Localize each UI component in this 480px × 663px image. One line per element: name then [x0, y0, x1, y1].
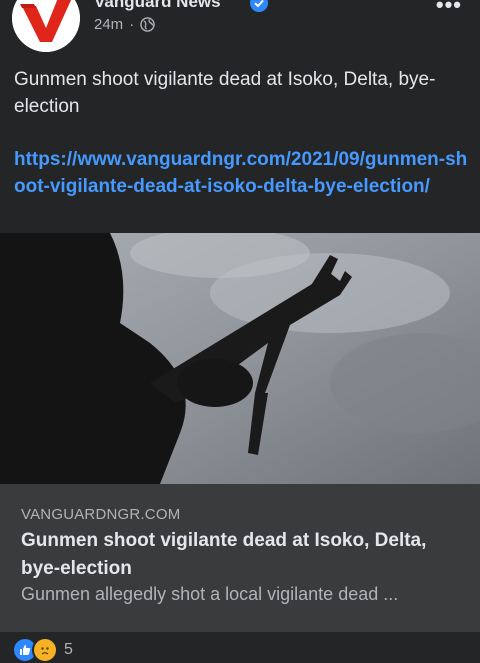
reaction-count: 5 [64, 641, 73, 658]
sad-icon [32, 637, 58, 663]
meta-separator: · [129, 16, 135, 33]
post-time[interactable]: 24m [94, 16, 123, 33]
verified-badge-icon [250, 0, 268, 12]
page-avatar[interactable] [12, 0, 80, 52]
gunman-silhouette-image [0, 233, 480, 484]
reaction-summary[interactable]: 5 [12, 637, 73, 663]
page-name[interactable]: Vanguard News [94, 0, 221, 12]
card-description: Gunmen allegedly shot a local vigilante … [21, 584, 399, 604]
globe-icon [140, 17, 155, 32]
post-text: Gunmen shoot vigilante dead at Isoko, De… [14, 69, 436, 117]
post-meta: 24m · [94, 16, 155, 33]
post-link[interactable]: https://www.vanguardngr.com/2021/09/gunm… [14, 146, 472, 200]
link-preview-body[interactable]: VANGUARDNGR.COM Gunmen shoot vigilante d… [0, 484, 480, 632]
more-options-button[interactable]: ••• [436, 0, 462, 18]
card-domain: VANGUARDNGR.COM [21, 506, 181, 523]
post-header: Vanguard News 24m · ••• [0, 0, 480, 60]
card-title: Gunmen shoot vigilante dead at Isoko, De… [21, 530, 427, 579]
vanguard-logo-icon [12, 0, 80, 52]
link-preview-image[interactable] [0, 233, 480, 484]
